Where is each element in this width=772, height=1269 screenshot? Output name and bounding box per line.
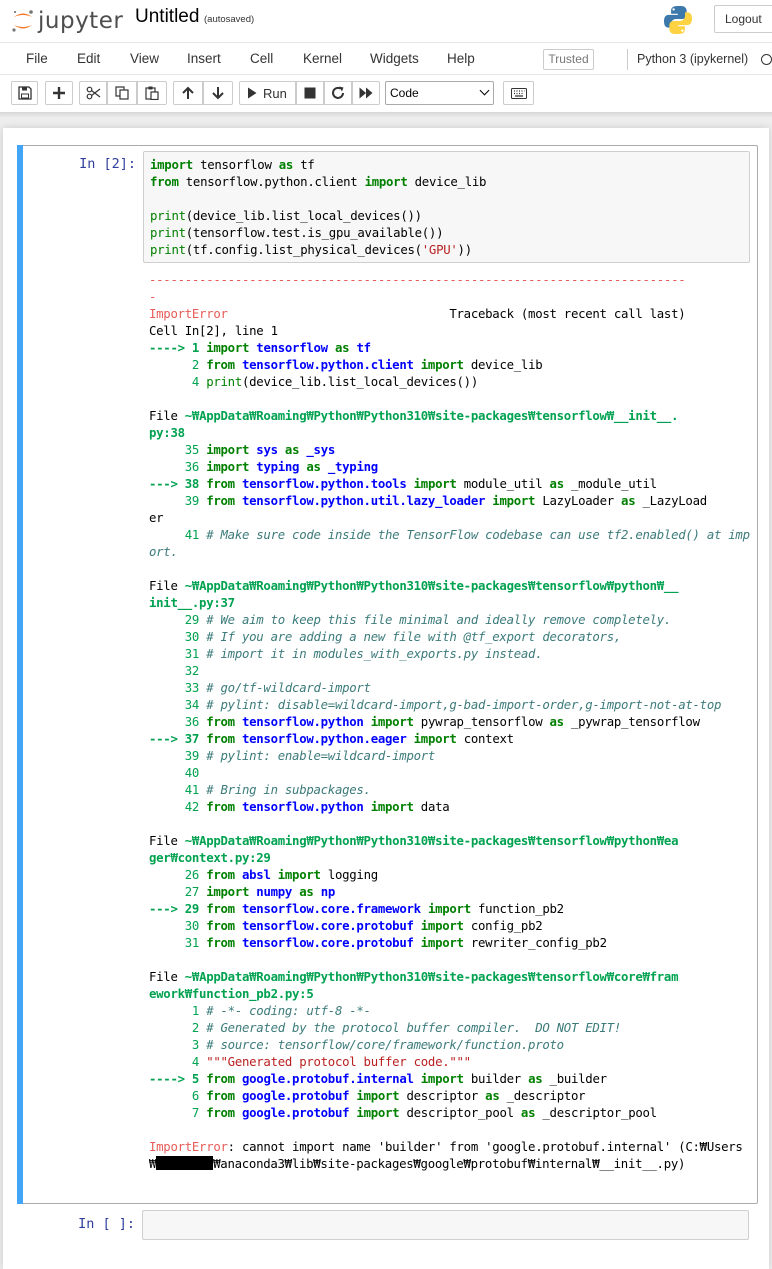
insert-cell-button[interactable] (45, 81, 73, 105)
notebook-name[interactable]: Untitled (135, 6, 199, 28)
menu-edit[interactable]: Edit (77, 51, 100, 66)
header-shadow (0, 112, 772, 118)
kernel-status-icon (761, 54, 772, 65)
jupyter-logo[interactable]: jupyter (10, 6, 123, 36)
menu-widgets[interactable]: Widgets (370, 51, 419, 66)
run-button-label: Run (263, 85, 287, 101)
save-button[interactable] (11, 81, 38, 105)
kernel-name[interactable]: Python 3 (ipykernel) (637, 52, 748, 66)
python-logo-icon (661, 3, 695, 37)
input-prompt: In [2]: (79, 156, 136, 172)
interrupt-button[interactable] (296, 81, 324, 105)
cell-selection-bar (17, 145, 23, 1204)
fast-forward-icon (359, 87, 373, 99)
traceback-text: ----------------------------------------… (149, 273, 750, 1171)
scissors-icon (86, 86, 100, 100)
final-error-name: ImportError (149, 1140, 228, 1154)
kernel-divider (627, 49, 628, 70)
plus-icon (53, 87, 65, 99)
stop-icon (304, 87, 316, 99)
input-prompt-empty: In [ ]: (78, 1216, 135, 1232)
code-editor-empty[interactable] (142, 1210, 749, 1240)
menu-cell[interactable]: Cell (250, 51, 273, 66)
menu-help[interactable]: Help (447, 51, 475, 66)
toolbar: Run Code (0, 75, 772, 112)
arrow-down-icon (212, 87, 224, 100)
refresh-icon (332, 86, 344, 99)
redacted-username (156, 1156, 214, 1170)
menu-insert[interactable]: Insert (187, 51, 221, 66)
copy-icon (115, 86, 129, 100)
code-editor[interactable]: import tensorflow as tf from tensorflow.… (143, 151, 750, 263)
save-icon (17, 86, 32, 100)
paste-button[interactable] (137, 81, 167, 105)
code-cell-selected[interactable]: In [2]: import tensorflow as tf from ten… (17, 145, 758, 1204)
copy-button[interactable] (107, 81, 137, 105)
run-button[interactable]: Run (239, 81, 296, 105)
cell-type-select[interactable]: Code (385, 81, 494, 105)
header: jupyter Untitled (autosaved) Logout (0, 0, 772, 42)
restart-run-all-button[interactable] (352, 81, 380, 105)
arrow-up-icon (182, 86, 194, 99)
cut-button[interactable] (79, 81, 107, 105)
traceback-separator: ----------------------------------------… (149, 273, 686, 287)
error-name: ImportError (149, 307, 228, 321)
code-source: import tensorflow as tf from tensorflow.… (150, 158, 487, 257)
traceback-label: Traceback (most recent call last) (449, 307, 686, 321)
menu-file[interactable]: File (26, 51, 48, 66)
error-output: ----------------------------------------… (149, 272, 750, 1173)
jupyter-logo-text: jupyter (38, 8, 124, 34)
cell-reference: Cell In[2], line 1 (149, 324, 278, 338)
move-up-button[interactable] (173, 81, 203, 105)
jupyter-logo-icon (10, 8, 36, 34)
menu-view[interactable]: View (130, 51, 159, 66)
paste-icon (145, 86, 159, 100)
error-message-path: ₩anaconda3₩lib₩site-packages₩google₩prot… (213, 1157, 686, 1171)
command-palette-button[interactable] (503, 81, 534, 105)
traceback-separator-tail: - (149, 290, 157, 304)
keyboard-icon (510, 87, 527, 99)
autosave-status: (autosaved) (204, 14, 255, 25)
trusted-badge[interactable]: Trusted (543, 49, 594, 70)
menubar: File Edit View Insert Cell Kernel Widget… (0, 42, 772, 75)
chevron-down-icon (479, 85, 490, 96)
cell-type-value: Code (390, 86, 419, 100)
restart-button[interactable] (324, 81, 352, 105)
code-cell-empty[interactable]: In [ ]: (17, 1210, 758, 1242)
menu-kernel[interactable]: Kernel (303, 51, 342, 66)
move-down-button[interactable] (203, 81, 233, 105)
error-message: : cannot import name 'builder' from 'goo… (227, 1140, 743, 1154)
play-icon (248, 87, 257, 99)
notebook-container: In [2]: import tensorflow as tf from ten… (3, 128, 769, 1269)
logout-button[interactable]: Logout (714, 5, 772, 33)
